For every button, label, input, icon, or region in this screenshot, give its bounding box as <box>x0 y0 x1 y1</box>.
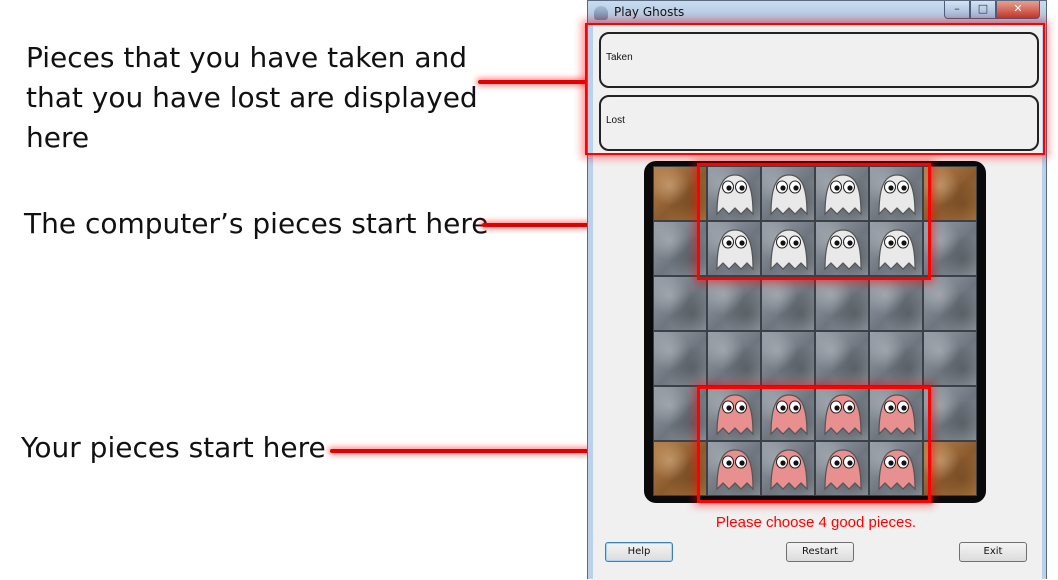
board-cell-3-4[interactable] <box>869 331 923 386</box>
annotation-panels-text: Pieces that you have taken and that you … <box>26 41 478 154</box>
board-cell-3-0[interactable] <box>653 331 707 386</box>
maximize-button[interactable]: □ <box>970 1 996 19</box>
taken-panel: Taken <box>599 32 1039 88</box>
board-cell-0-5[interactable] <box>923 166 977 221</box>
board-cell-3-1[interactable] <box>707 331 761 386</box>
lost-panel: Lost <box>599 95 1039 151</box>
taken-label: Taken <box>606 52 633 63</box>
board-cell-2-3[interactable] <box>815 276 869 331</box>
board-cell-3-5[interactable] <box>923 331 977 386</box>
exit-button[interactable]: Exit <box>959 542 1027 562</box>
window-title: Play Ghosts <box>614 5 685 19</box>
title-bar[interactable]: Play Ghosts – □ ✕ <box>588 1 1046 25</box>
board-cell-1-5[interactable] <box>923 221 977 276</box>
help-button[interactable]: Help <box>605 542 673 562</box>
board-cell-2-2[interactable] <box>761 276 815 331</box>
board-cell-2-1[interactable] <box>707 276 761 331</box>
caption-buttons: – □ ✕ <box>944 1 1040 19</box>
board-cell-2-0[interactable] <box>653 276 707 331</box>
board-cell-2-4[interactable] <box>869 276 923 331</box>
restart-button[interactable]: Restart <box>786 542 854 562</box>
annotation-computer-text: The computer’s pieces start here <box>24 207 489 240</box>
ghost-app-icon <box>594 6 608 20</box>
status-message: Please choose 4 good pieces. <box>715 514 917 531</box>
board-cell-3-3[interactable] <box>815 331 869 386</box>
minimize-button[interactable]: – <box>944 1 970 19</box>
annotation-panels-pointer <box>478 80 587 84</box>
board-cell-3-2[interactable] <box>761 331 815 386</box>
annotation-yours-text: Your pieces start here <box>21 431 326 464</box>
player-start-highlight <box>697 386 931 503</box>
board-cell-5-5[interactable] <box>923 441 977 496</box>
board-cell-4-5[interactable] <box>923 386 977 441</box>
board-cell-2-5[interactable] <box>923 276 977 331</box>
computer-start-highlight <box>697 163 931 280</box>
lost-label: Lost <box>606 115 625 126</box>
close-button[interactable]: ✕ <box>996 1 1040 19</box>
